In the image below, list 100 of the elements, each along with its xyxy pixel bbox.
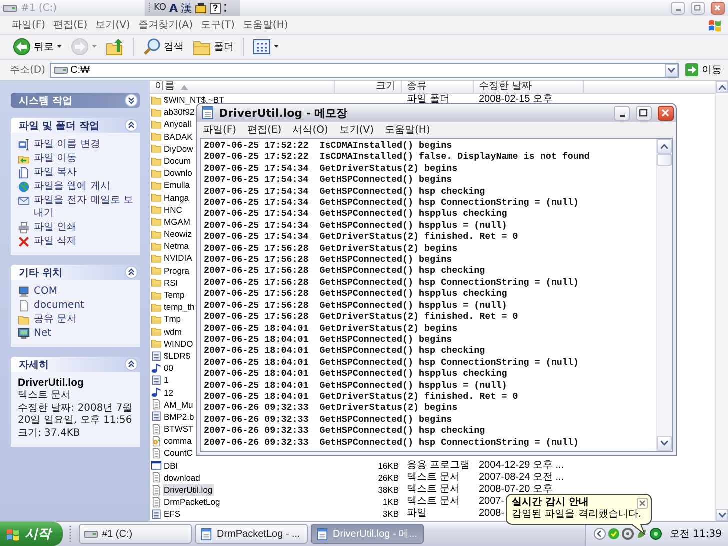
section-header[interactable]: 시스템 작업 — [11, 93, 140, 108]
file-name[interactable]: Temp — [163, 289, 186, 302]
file-name[interactable]: Downlo — [163, 167, 194, 180]
file-name[interactable]: MGAM — [163, 216, 192, 228]
task-link[interactable]: 공유 문서 — [34, 313, 78, 326]
swirl-icon[interactable] — [622, 528, 634, 540]
file-name[interactable]: Progra — [163, 264, 191, 277]
file-name[interactable]: wdm — [163, 326, 183, 338]
file-name[interactable]: BMP2.b — [163, 410, 196, 424]
section-header[interactable]: 자세히 — [11, 357, 140, 372]
go-button[interactable]: 이동 — [683, 63, 724, 77]
chevron-up-icon — [718, 84, 726, 90]
file-name[interactable]: RSI — [163, 276, 180, 290]
file-name[interactable]: DBI — [163, 460, 180, 472]
maximize-button[interactable] — [636, 106, 652, 120]
menu-item[interactable]: 보기(V) — [96, 18, 130, 32]
file-name[interactable]: DriverUtil.log — [163, 484, 214, 496]
task-link[interactable]: document — [34, 299, 84, 312]
task-link[interactable]: COM — [34, 285, 58, 298]
scroll-up-button[interactable] — [716, 81, 728, 93]
file-name[interactable]: download — [163, 472, 202, 484]
column-header[interactable]: 종류 — [402, 81, 474, 93]
address-field[interactable]: C:₩ — [50, 62, 679, 78]
file-name[interactable]: HNC — [163, 204, 184, 216]
help-button[interactable]: ? — [210, 2, 222, 14]
file-name[interactable]: BTWST — [163, 423, 195, 436]
back-button[interactable]: 뒤로 — [10, 37, 65, 57]
file-name[interactable]: DiyDow — [163, 142, 194, 155]
menu-item[interactable]: 도구(T) — [201, 18, 235, 32]
file-name[interactable]: EFS — [163, 508, 182, 521]
file-name[interactable]: Docum — [163, 154, 192, 168]
dropdown-button[interactable] — [665, 64, 678, 76]
column-header[interactable]: 수정한 날짜 — [474, 81, 584, 93]
file-name[interactable]: 00 — [163, 362, 174, 374]
task-link[interactable]: Net — [34, 327, 52, 340]
file-name[interactable]: Anycall — [163, 118, 192, 131]
hanja-button[interactable]: 漢 — [181, 0, 192, 16]
minimize-button[interactable] — [614, 106, 630, 120]
options-icon[interactable] — [224, 3, 228, 13]
grip-handle[interactable] — [69, 525, 72, 543]
collapse-button[interactable] — [125, 266, 138, 279]
close-button[interactable] — [711, 2, 725, 14]
task-link[interactable]: 파일을 웹에 게시 — [34, 180, 110, 193]
menu-item[interactable]: 파일(F) — [203, 123, 237, 137]
task-link[interactable]: 파일 삭제 — [34, 235, 78, 248]
input-pad-icon[interactable] — [195, 2, 208, 14]
task-link[interactable]: 파일 이동 — [34, 152, 78, 165]
file-name[interactable]: Tmp — [163, 313, 182, 326]
file-name[interactable]: $WIN_NT$.~BT — [163, 94, 226, 106]
grip-handle[interactable] — [148, 2, 151, 14]
menu-item[interactable]: 편집(E) — [54, 18, 88, 32]
collapse-button[interactable] — [125, 358, 138, 371]
file-name[interactable]: 12 — [163, 386, 174, 399]
menu-item[interactable]: 도움말(H) — [242, 18, 288, 32]
file-name[interactable]: comma — [163, 435, 193, 448]
search-button[interactable]: 검색 — [140, 37, 187, 57]
section-header[interactable]: 파일 및 폴더 작업 — [11, 118, 140, 133]
task-link[interactable]: 파일 인쇄 — [34, 221, 78, 234]
scroll-down-button[interactable] — [716, 509, 728, 521]
language-indicator[interactable]: KO — [154, 3, 166, 13]
file-name[interactable]: DrmPacketLog — [163, 496, 222, 508]
file-name[interactable]: BADAK — [163, 130, 194, 143]
menu-item[interactable]: 도움말(H) — [385, 123, 430, 137]
close-button[interactable] — [658, 106, 674, 120]
column-header[interactable]: 이름 — [150, 81, 335, 93]
input-mode-button[interactable]: A — [170, 2, 178, 14]
menu-item[interactable]: 파일(F) — [12, 18, 46, 32]
file-name[interactable]: Hanga — [163, 192, 190, 204]
menu-item[interactable]: 편집(E) — [248, 123, 282, 137]
menu-item[interactable]: 즐겨찾기(A) — [138, 18, 193, 32]
file-name[interactable]: NVIDIA — [163, 252, 194, 265]
close-button[interactable] — [637, 498, 648, 508]
taskbar-button[interactable]: DrmPacketLog - ... — [195, 524, 308, 544]
file-name[interactable]: AM_Mu — [163, 398, 194, 411]
taskbar-button[interactable]: #1 (C:) — [79, 524, 192, 544]
task-link[interactable]: 파일을 전자 메일로 보내기 — [34, 194, 134, 220]
file-name[interactable]: 1 — [163, 374, 170, 387]
scroll-down-button[interactable] — [657, 436, 672, 451]
scroll-thumb[interactable] — [657, 154, 672, 166]
column-header[interactable]: 크기 — [335, 81, 402, 93]
folders-button[interactable]: 폴더 — [190, 37, 237, 57]
section-header[interactable]: 기타 위치 — [11, 265, 140, 280]
start-button[interactable]: 시작 — [0, 522, 63, 546]
task-link[interactable]: 파일 복사 — [34, 166, 78, 179]
menu-item[interactable]: 서식(O) — [292, 123, 328, 137]
file-name[interactable]: Netma — [163, 240, 190, 252]
show-hidden-icon[interactable] — [594, 528, 606, 540]
file-name[interactable]: temp_th — [163, 301, 196, 314]
file-name[interactable]: CountC — [163, 447, 194, 460]
menu-item[interactable]: 보기(V) — [339, 123, 374, 137]
file-name[interactable]: WINDO — [163, 338, 194, 350]
file-name[interactable]: Emulla — [163, 179, 191, 192]
task-link[interactable]: 파일 이름 변경 — [34, 138, 100, 151]
ring-icon[interactable] — [650, 528, 662, 540]
scroll-up-button[interactable] — [657, 139, 672, 154]
file-name[interactable]: Neowiz — [163, 228, 193, 240]
expand-button[interactable] — [125, 94, 138, 107]
file-name[interactable]: $LDR$ — [163, 350, 192, 362]
file-name[interactable]: ab30f92 — [163, 106, 196, 118]
collapse-button[interactable] — [125, 119, 138, 132]
